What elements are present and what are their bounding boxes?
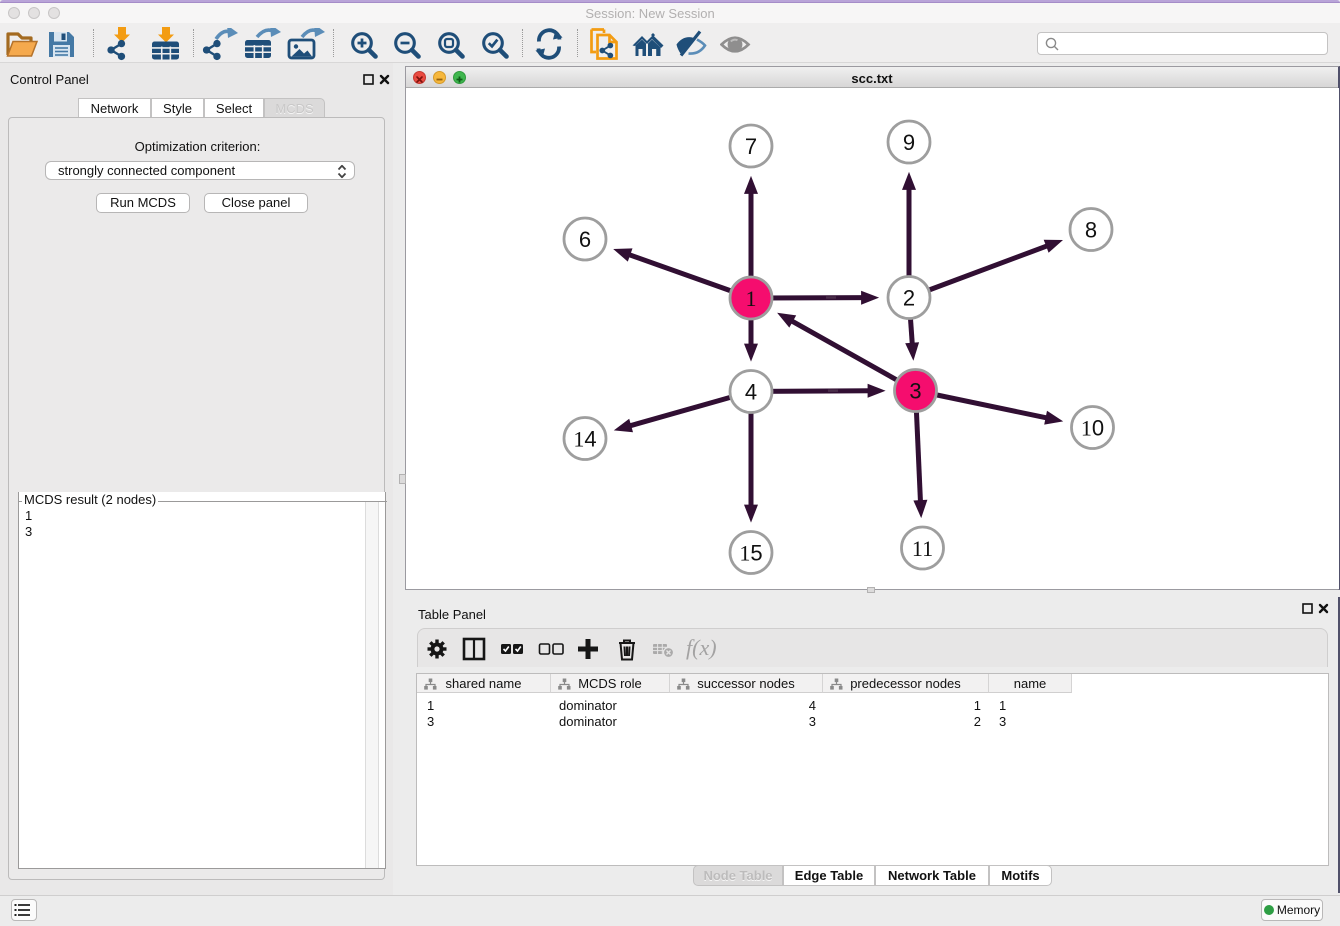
svg-text:15: 15	[739, 541, 762, 566]
svg-text:8: 8	[1085, 218, 1097, 243]
svg-text:9: 9	[903, 130, 915, 155]
svg-text:4: 4	[745, 380, 757, 405]
svg-text:2: 2	[903, 286, 915, 311]
svg-text:14: 14	[573, 427, 596, 452]
svg-text:6: 6	[579, 227, 591, 252]
svg-text:7: 7	[745, 134, 757, 159]
svg-text:1: 1	[746, 286, 757, 311]
svg-text:10: 10	[1081, 416, 1104, 441]
svg-text:3: 3	[909, 379, 921, 404]
svg-text:11: 11	[912, 536, 933, 561]
